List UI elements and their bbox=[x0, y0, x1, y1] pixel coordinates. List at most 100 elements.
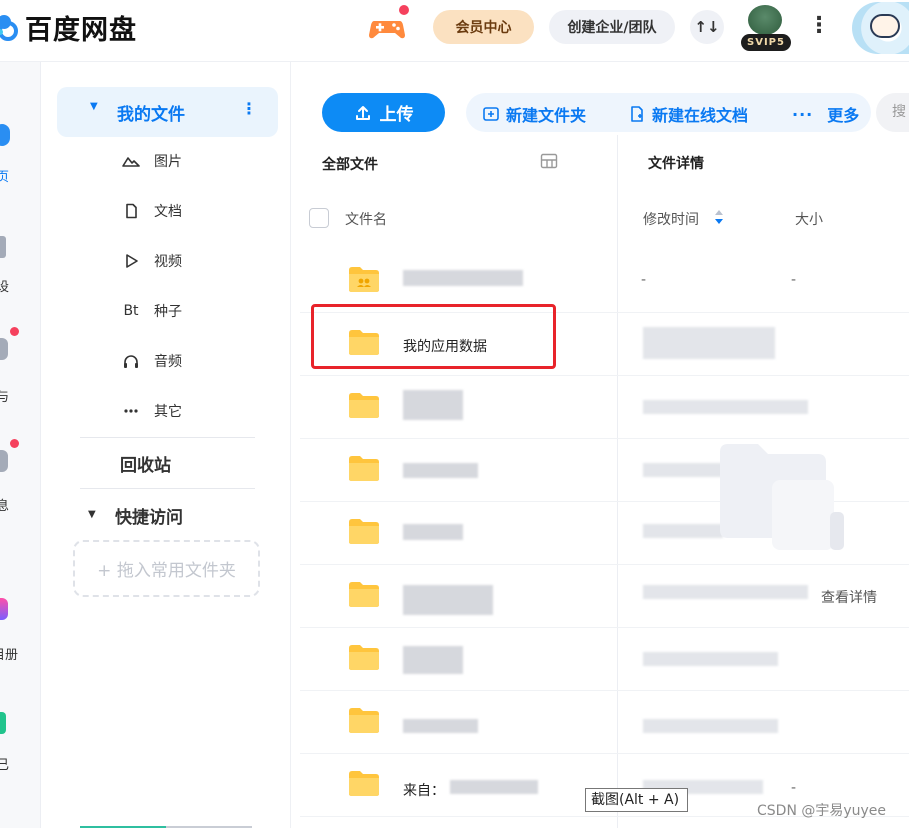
sidebar-item-images[interactable]: 图片 bbox=[120, 149, 182, 173]
app-name[interactable]: 百度网盘 bbox=[25, 8, 137, 47]
sidebar-item-recycle-bin[interactable]: 回收站 bbox=[120, 451, 171, 476]
redacted-name bbox=[403, 270, 523, 286]
watermark: CSDN @宇易yuyee bbox=[757, 803, 887, 819]
upload-button[interactable]: 上传 bbox=[322, 93, 445, 132]
table-row[interactable] bbox=[300, 628, 909, 691]
redacted-mtime bbox=[643, 585, 808, 599]
new-folder-button[interactable]: 新建文件夹 bbox=[482, 102, 586, 126]
nav-item-device-label[interactable]: 设 bbox=[0, 276, 9, 295]
device-icon[interactable] bbox=[0, 236, 6, 258]
new-online-doc-button[interactable]: 新建在线文档 bbox=[628, 102, 748, 126]
redacted-mtime bbox=[643, 463, 723, 477]
sidebar-item-label: 音频 bbox=[154, 354, 182, 370]
drop-folder-zone[interactable]: + 拖入常用文件夹 bbox=[73, 540, 260, 597]
folder-icon bbox=[349, 771, 379, 796]
new-folder-icon bbox=[483, 107, 499, 121]
top-header: 百度网盘 会员中心 创建企业/团队 ↑↓ SVIP5 ⋮ bbox=[0, 0, 909, 62]
redacted-name bbox=[450, 780, 538, 794]
divider bbox=[80, 437, 255, 438]
nav-item-share-label[interactable]: 与 bbox=[0, 386, 9, 405]
select-all-checkbox[interactable] bbox=[309, 208, 329, 228]
column-header-name[interactable]: 文件名 bbox=[345, 209, 387, 229]
shared-folder-icon bbox=[349, 267, 379, 292]
caret-down-icon[interactable]: ▼ bbox=[90, 101, 98, 112]
redacted-mtime bbox=[643, 524, 723, 538]
new-doc-label: 新建在线文档 bbox=[652, 106, 749, 125]
upload-label: 上传 bbox=[379, 105, 414, 125]
message-icon[interactable] bbox=[0, 450, 8, 472]
more-menu-icon[interactable]: ⋮ bbox=[808, 12, 830, 42]
avatar-face bbox=[870, 14, 900, 38]
redacted-name bbox=[403, 719, 478, 733]
vip-center-button[interactable]: 会员中心 bbox=[433, 10, 534, 44]
home-icon[interactable] bbox=[0, 124, 10, 146]
sidebar-item-label: 其它 bbox=[154, 404, 182, 420]
redacted-mtime bbox=[643, 400, 808, 414]
file-name[interactable]: 来自： bbox=[403, 780, 445, 800]
create-team-button[interactable]: 创建企业/团队 bbox=[549, 10, 675, 44]
table-row[interactable] bbox=[300, 691, 909, 754]
redacted-mtime bbox=[643, 327, 775, 359]
sidebar-item-label: 视频 bbox=[154, 254, 182, 270]
more-label: 更多 bbox=[827, 106, 860, 125]
folder-icon bbox=[349, 519, 379, 544]
sidebar-item-videos[interactable]: 视频 bbox=[120, 249, 182, 273]
highlight-annotation bbox=[311, 304, 556, 369]
redacted-name bbox=[403, 646, 463, 674]
more-button[interactable]: ··· 更多 bbox=[792, 102, 859, 126]
nav-item-album-label[interactable]: 目册 bbox=[0, 644, 18, 663]
table-row[interactable] bbox=[300, 565, 909, 628]
sidebar-item-label: 种子 bbox=[154, 304, 182, 320]
sidebar-item-torrents[interactable]: Bt 种子 bbox=[120, 299, 182, 323]
redacted-name bbox=[403, 463, 478, 478]
folder-icon bbox=[349, 708, 379, 733]
table-row[interactable] bbox=[300, 376, 909, 439]
sidebar-item-label: 文档 bbox=[154, 204, 182, 220]
svip-avatar-icon[interactable]: SVIP5 bbox=[740, 4, 792, 51]
file-size: - bbox=[791, 780, 797, 796]
sidebar-item-my-files[interactable]: ▼ 我的文件 ⋮ bbox=[57, 87, 278, 137]
document-icon bbox=[126, 203, 137, 219]
nav-item-notes-label[interactable]: 已 bbox=[0, 754, 9, 773]
sort-icon[interactable] bbox=[714, 208, 724, 226]
redacted-name bbox=[403, 524, 463, 540]
sidebar-item-other[interactable]: 其它 bbox=[120, 399, 182, 423]
column-header-mtime[interactable]: 修改时间 bbox=[643, 209, 699, 229]
search-input[interactable]: 搜 bbox=[876, 93, 909, 132]
baidu-netdisk-logo-icon[interactable] bbox=[0, 12, 20, 42]
album-icon[interactable] bbox=[0, 598, 8, 620]
share-icon[interactable] bbox=[0, 338, 8, 360]
nav-item-home-label[interactable]: 页 bbox=[0, 166, 9, 185]
new-doc-icon bbox=[631, 106, 643, 122]
more-dots-icon: ··· bbox=[792, 104, 814, 124]
sidebar-item-quick-access[interactable]: ▼ 快捷访问 bbox=[88, 503, 183, 528]
grid-view-icon[interactable] bbox=[540, 153, 558, 169]
folder-icon bbox=[349, 393, 379, 418]
divider bbox=[80, 488, 255, 489]
app-navigation: 页 设 与 息 目册 已 bbox=[0, 62, 41, 828]
sidebar: ▼ 我的文件 ⋮ 图片 文档 视频 Bt 种子 音频 其它 回收站 ▼ 快捷访问… bbox=[42, 62, 291, 828]
sidebar-item-documents[interactable]: 文档 bbox=[120, 199, 182, 223]
svip-avatar-head bbox=[748, 5, 782, 35]
video-icon bbox=[126, 254, 138, 268]
notification-dot bbox=[10, 439, 19, 448]
toolbar-actions: 新建文件夹 新建在线文档 ··· 更多 bbox=[466, 93, 871, 132]
breadcrumb[interactable]: 全部文件 bbox=[322, 154, 378, 174]
kebab-menu-icon[interactable]: ⋮ bbox=[241, 99, 257, 118]
nav-item-message-label[interactable]: 息 bbox=[0, 495, 9, 514]
view-details-link[interactable]: 查看详情 bbox=[821, 587, 877, 607]
screenshot-tooltip: 截图(Alt + A) bbox=[585, 788, 688, 812]
new-folder-label: 新建文件夹 bbox=[506, 106, 587, 125]
caret-down-icon[interactable]: ▼ bbox=[88, 509, 96, 520]
user-avatar-icon[interactable] bbox=[852, 2, 909, 54]
column-header-size[interactable]: 大小 bbox=[795, 209, 823, 229]
sidebar-item-audio[interactable]: 音频 bbox=[120, 349, 182, 373]
redacted-mtime bbox=[643, 652, 778, 666]
notes-icon[interactable] bbox=[0, 712, 6, 734]
transfer-icon[interactable]: ↑↓ bbox=[690, 10, 724, 44]
redacted-name bbox=[403, 585, 493, 615]
svip-level-badge: SVIP5 bbox=[741, 34, 791, 51]
notification-dot bbox=[10, 327, 19, 336]
ellipsis-icon bbox=[124, 409, 138, 413]
game-controller-icon[interactable] bbox=[368, 13, 406, 41]
